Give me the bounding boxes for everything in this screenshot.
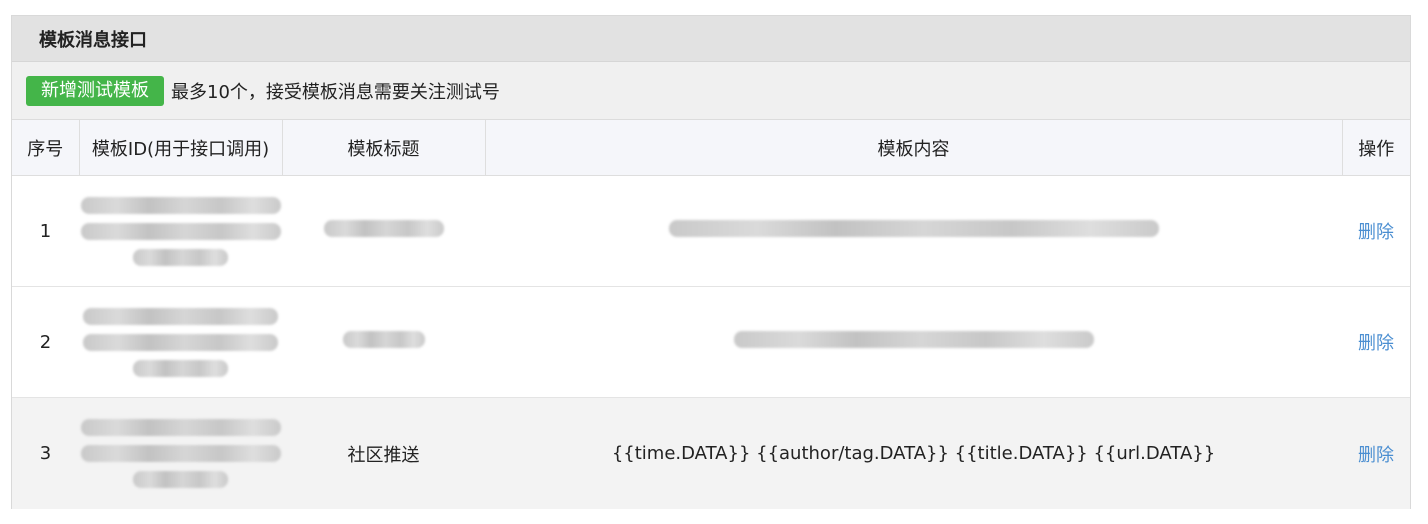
toolbar: 新增测试模板 最多10个，接受模板消息需要关注测试号 (12, 62, 1410, 120)
delete-link[interactable]: 删除 (1358, 333, 1394, 354)
row-index: 1 (12, 175, 79, 287)
template-limit-note: 最多10个，接受模板消息需要关注测试号 (171, 81, 500, 103)
delete-link[interactable]: 删除 (1358, 445, 1394, 466)
template-title-cell (282, 286, 485, 398)
action-cell: 删除 (1342, 397, 1410, 509)
header-title: 模板标题 (282, 120, 486, 176)
delete-link[interactable]: 删除 (1358, 222, 1394, 243)
template-title-cell (282, 175, 485, 287)
template-content-cell (485, 286, 1342, 398)
redacted-template-id (79, 307, 282, 377)
header-content: 模板内容 (485, 120, 1343, 176)
table-header-row: 序号 模板ID(用于接口调用) 模板标题 模板内容 操作 (12, 120, 1410, 176)
template-message-panel: 模板消息接口 新增测试模板 最多10个，接受模板消息需要关注测试号 序号 模板I… (11, 15, 1411, 509)
row-index: 2 (12, 286, 79, 398)
panel-header: 模板消息接口 (12, 16, 1410, 62)
template-id-cell (79, 175, 282, 287)
redacted-title (342, 331, 425, 348)
header-index: 序号 (12, 120, 80, 176)
redacted-content (733, 331, 1094, 348)
redacted-content (668, 220, 1159, 237)
template-id-cell (79, 286, 282, 398)
template-id-cell (79, 397, 282, 509)
template-content-cell (485, 175, 1342, 287)
action-cell: 删除 (1342, 286, 1410, 398)
header-template-id: 模板ID(用于接口调用) (79, 120, 283, 176)
row-index: 3 (12, 397, 79, 509)
redacted-template-id (79, 196, 282, 266)
template-table: 序号 模板ID(用于接口调用) 模板标题 模板内容 操作 1 删除 2 删除 3… (12, 120, 1410, 509)
panel-title: 模板消息接口 (39, 29, 147, 51)
redacted-template-id (79, 419, 282, 488)
action-cell: 删除 (1342, 175, 1410, 287)
redacted-title (323, 220, 444, 237)
table-row: 1 删除 (12, 175, 1410, 287)
add-test-template-button[interactable]: 新增测试模板 (26, 75, 164, 106)
template-title-cell: 社区推送 (282, 397, 485, 509)
table-row: 2 删除 (12, 286, 1410, 398)
table-row: 3 社区推送 {{time.DATA}} {{author/tag.DATA}}… (12, 397, 1410, 509)
template-content-cell: {{time.DATA}} {{author/tag.DATA}} {{titl… (485, 397, 1342, 509)
header-action: 操作 (1342, 120, 1410, 176)
